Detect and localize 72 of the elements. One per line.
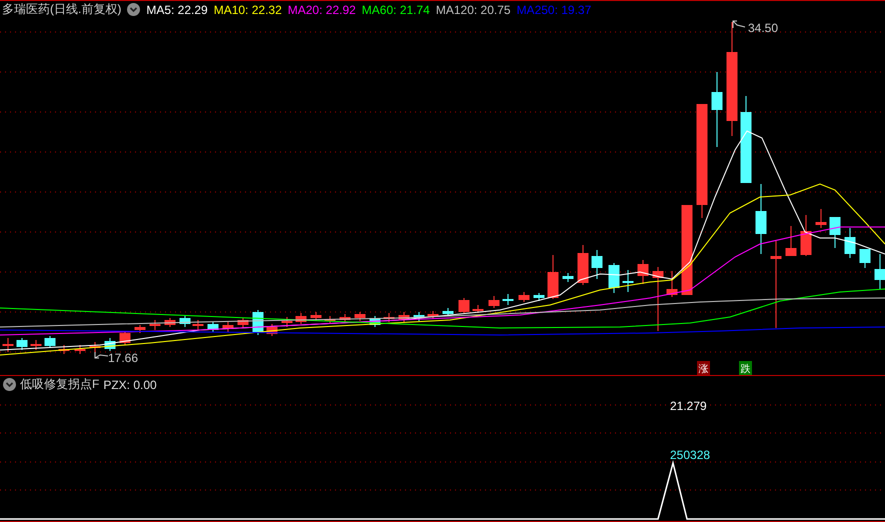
candlestick	[150, 320, 160, 330]
candlestick	[192, 320, 204, 330]
candlestick	[666, 270, 678, 298]
candlestick	[830, 216, 840, 248]
candlestick	[472, 304, 484, 314]
candlestick	[488, 296, 500, 308]
candlestick	[222, 322, 234, 332]
candlestick	[608, 262, 620, 294]
candlestick	[816, 208, 826, 228]
indicator-reading: PZX: 0.00	[103, 378, 157, 392]
candlestick	[324, 316, 336, 324]
signal-badge: 跌	[739, 361, 752, 375]
candlestick	[120, 330, 130, 346]
signal-badge: 涨	[697, 361, 710, 375]
candlestick	[180, 316, 190, 328]
candlestick	[518, 292, 530, 302]
candlestick	[238, 318, 248, 328]
candlestick	[90, 342, 100, 352]
peak-value-label: 250328	[670, 448, 710, 462]
pointer-icon	[94, 352, 108, 358]
candlestick	[442, 308, 454, 316]
candlestick	[844, 228, 856, 258]
indicator-value-label: 21.279	[670, 399, 707, 413]
candlestick	[104, 338, 116, 352]
candlestick	[58, 344, 70, 354]
dropdown-icon[interactable]	[3, 378, 16, 391]
candlestick	[578, 244, 588, 286]
candlestick	[340, 314, 350, 322]
candlestick	[208, 322, 218, 332]
moving-average-value: MA120: 20.75	[436, 2, 511, 16]
candlestick	[266, 324, 278, 336]
candlestick	[800, 214, 812, 256]
candlestick	[310, 312, 322, 322]
candlestick	[16, 338, 28, 350]
candlestick	[370, 316, 380, 328]
candlestick	[756, 184, 766, 254]
candlestick	[638, 260, 648, 284]
candlestick	[354, 312, 366, 322]
candlestick	[428, 310, 438, 320]
candlestick	[282, 316, 292, 328]
moving-average-value: MA5: 22.29	[146, 2, 208, 16]
candlestick	[502, 294, 514, 306]
indicator-name: 低吸修复拐点F	[20, 376, 100, 393]
candlestick	[458, 298, 470, 314]
candlestick	[414, 312, 424, 322]
candlestick	[134, 324, 146, 334]
candlestick	[860, 248, 870, 268]
candlestick	[74, 344, 86, 354]
moving-average-value: MA60: 21.74	[362, 2, 430, 16]
candlestick	[548, 254, 558, 300]
pointer-icon	[732, 20, 746, 28]
candlestick	[44, 336, 56, 348]
candlestick	[652, 266, 664, 332]
candlestick	[30, 340, 42, 350]
high-price-label: 34.50	[748, 21, 778, 35]
moving-average-value: MA10: 22.32	[214, 2, 282, 16]
candlestick	[384, 312, 394, 322]
moving-average-value: MA250: 19.37	[516, 2, 592, 16]
candlestick	[562, 272, 574, 282]
moving-average-value: MA20: 22.92	[288, 2, 356, 16]
candlestick	[874, 254, 885, 290]
low-price-label: 17.66	[108, 351, 138, 365]
candlestick	[2, 338, 14, 352]
candlestick	[164, 318, 176, 328]
candlestick	[398, 312, 410, 322]
candlestick	[592, 250, 602, 280]
candlestick	[296, 312, 306, 324]
candlestick	[622, 270, 634, 292]
candlestick	[786, 226, 796, 256]
candlestick	[534, 292, 544, 302]
stock-title: 多瑞医药(日线.前复权)	[2, 1, 122, 18]
dropdown-icon[interactable]	[127, 3, 140, 16]
